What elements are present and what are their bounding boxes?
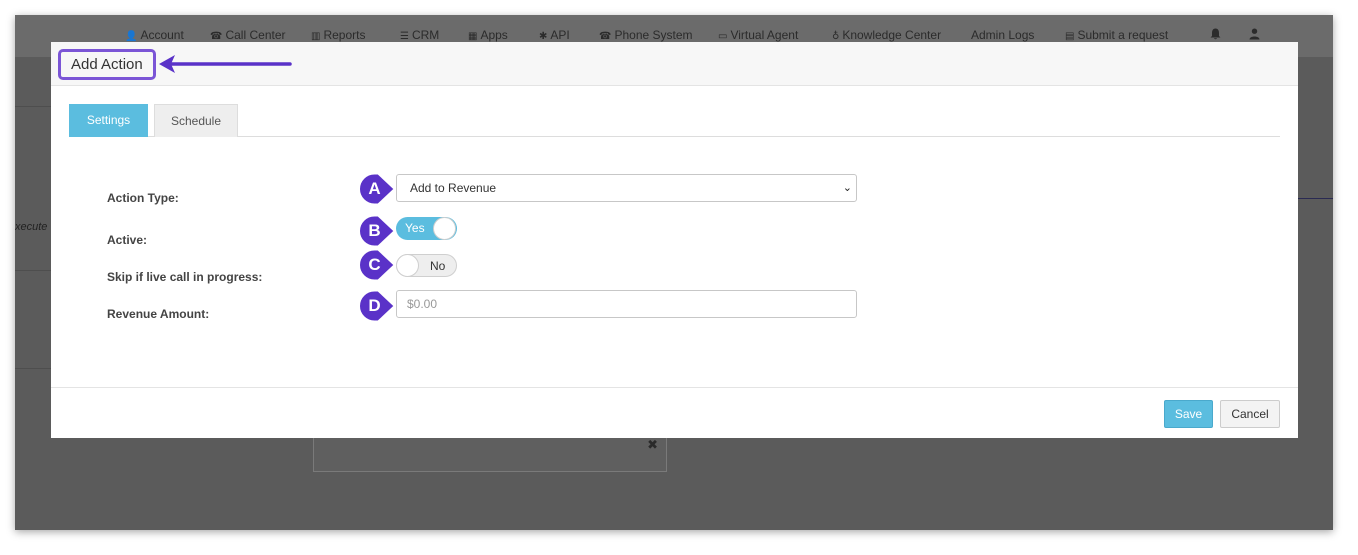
annotation-marker-c: C (359, 249, 395, 281)
gear-icon: ✱ (539, 31, 548, 42)
background-divider (15, 368, 51, 369)
nav-label: Submit a request (1077, 28, 1169, 42)
skip-live-call-label: Skip if live call in progress: (107, 270, 263, 284)
background-panel: ✖ (313, 435, 667, 472)
nav-call-center[interactable]: ☎ Call Center (210, 28, 286, 42)
list-icon: ☰ (400, 31, 409, 42)
nav-label: Phone System (614, 28, 693, 42)
active-label: Active: (107, 233, 148, 247)
close-icon: ✖ (647, 438, 658, 453)
background-column-text: xecute (15, 221, 48, 233)
monitor-icon: ▭ (718, 31, 728, 42)
tab-schedule[interactable]: Schedule (154, 104, 238, 137)
nav-admin-logs[interactable]: Admin Logs (971, 28, 1034, 42)
nav-apps[interactable]: ▦ Apps (468, 28, 508, 42)
toggle-knob (396, 254, 419, 277)
nav-label: Reports (323, 28, 366, 42)
nav-crm[interactable]: ☰ CRM (400, 28, 439, 42)
background-divider (15, 106, 51, 107)
nav-submit-request[interactable]: ▤ Submit a request (1065, 28, 1168, 42)
grid-icon: ▦ (468, 31, 478, 42)
background-divider (1298, 198, 1333, 199)
bar-chart-icon: ▥ (311, 31, 321, 42)
active-toggle-text: Yes (405, 221, 425, 235)
annotation-marker-a: A (359, 173, 395, 205)
user-icon: 👤 (125, 31, 138, 42)
action-type-label: Action Type: (107, 191, 179, 205)
modal-header: Add Action (51, 42, 1298, 86)
nav-label: Knowledge Center (842, 28, 942, 42)
active-toggle[interactable]: Yes (396, 217, 457, 240)
add-action-modal: Add Action Settings Schedule Action Type… (51, 42, 1298, 438)
annotation-marker-d: D (359, 290, 395, 322)
skip-live-call-toggle-text: No (430, 259, 446, 273)
nav-api[interactable]: ✱ API (539, 28, 570, 42)
ticket-icon: ▤ (1065, 31, 1075, 42)
annotation-marker-b: B (359, 215, 395, 247)
cancel-button[interactable]: Cancel (1220, 400, 1280, 428)
nav-label: CRM (411, 28, 440, 42)
nav-label: Account (140, 28, 184, 42)
marker-letter: A (368, 179, 381, 198)
notifications-button[interactable] (1210, 28, 1221, 43)
action-type-value: Add to Revenue (410, 181, 497, 195)
save-button[interactable]: Save (1164, 400, 1213, 428)
chevron-down-icon: ⌄ (842, 181, 852, 194)
toggle-knob (433, 217, 456, 240)
nav-label: Admin Logs (971, 28, 1035, 42)
revenue-amount-input[interactable] (396, 290, 857, 318)
action-type-select[interactable]: Add to Revenue ⌄ (396, 174, 857, 202)
modal-footer: Save Cancel (51, 387, 1298, 438)
modal-title: Add Action (58, 49, 156, 80)
bell-icon (1210, 28, 1221, 40)
nav-label: API (550, 28, 570, 42)
marker-letter: C (368, 255, 381, 274)
nav-phone-system[interactable]: ☎ Phone System (599, 28, 693, 42)
marker-letter: B (368, 221, 381, 240)
lightbulb-icon: ♁ (832, 31, 840, 42)
annotation-arrow-icon (159, 55, 292, 73)
phone-icon: ☎ (210, 31, 223, 42)
nav-reports[interactable]: ▥ Reports (311, 28, 365, 42)
nav-label: Call Center (225, 28, 286, 42)
marker-letter: D (368, 296, 381, 315)
background-divider (15, 270, 51, 271)
tab-settings[interactable]: Settings (69, 104, 148, 137)
nav-label: Virtual Agent (730, 28, 799, 42)
nav-virtual-agent[interactable]: ▭ Virtual Agent (718, 28, 798, 42)
nav-label: Apps (480, 28, 508, 42)
modal-tabs: Settings Schedule (69, 104, 1280, 137)
skip-live-call-toggle[interactable]: No (396, 254, 457, 277)
nav-account[interactable]: 👤 Account (125, 28, 184, 42)
app-window: 👤 Account ☎ Call Center ▥ Reports ☰ CRM ▦ App… (15, 15, 1333, 530)
phone-icon: ☎ (599, 31, 612, 42)
revenue-amount-label: Revenue Amount: (107, 307, 210, 321)
user-icon (1249, 28, 1260, 40)
user-menu-button[interactable] (1249, 28, 1260, 43)
nav-knowledge-center[interactable]: ♁ Knowledge Center (832, 28, 941, 42)
